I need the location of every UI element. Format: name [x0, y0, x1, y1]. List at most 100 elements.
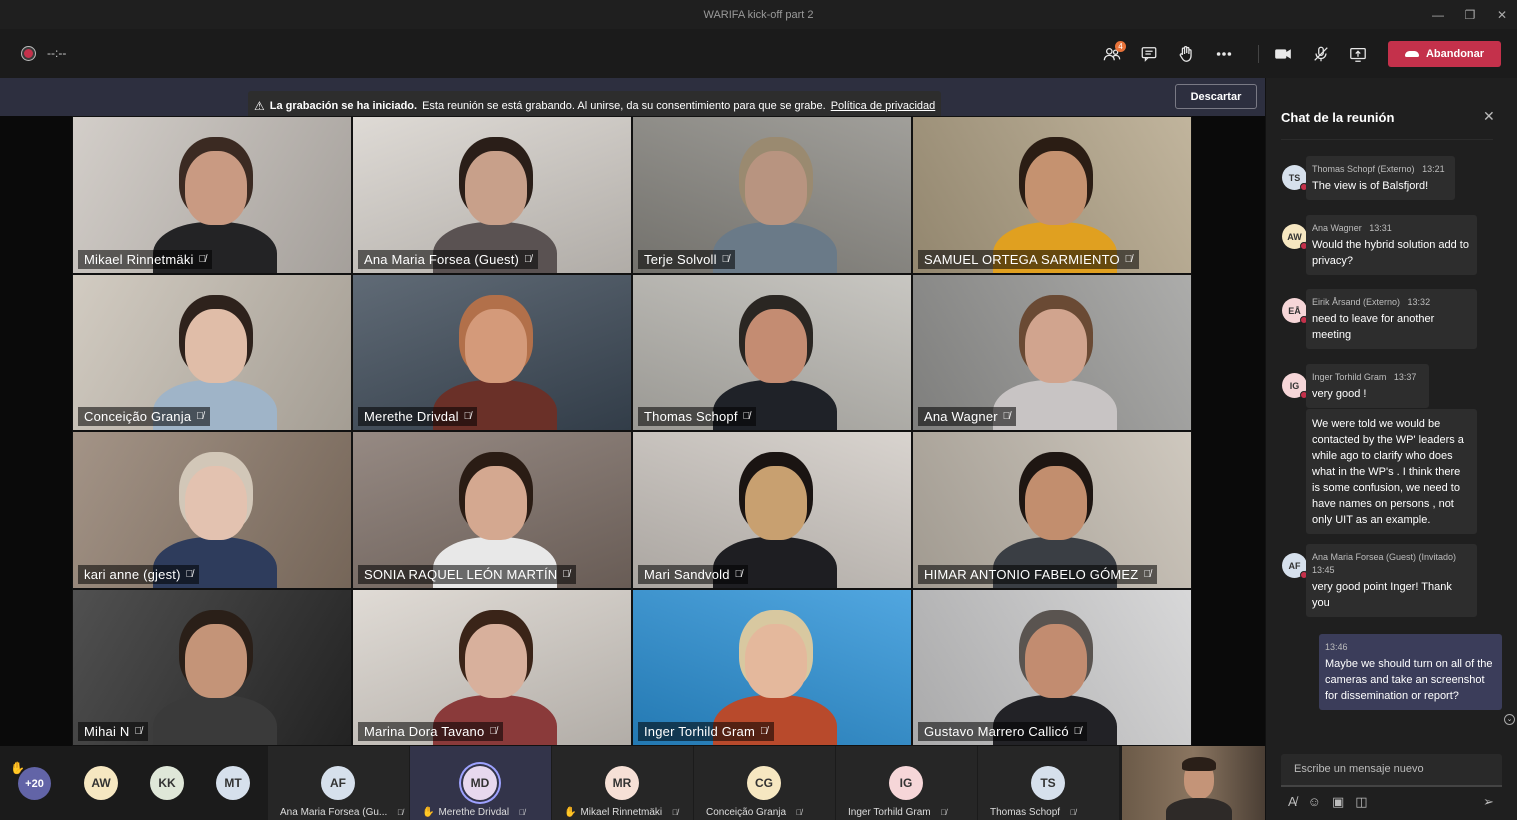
participants-button[interactable]: 4	[1096, 38, 1128, 70]
scroll-down-icon[interactable]: ⌄	[1504, 714, 1515, 725]
chat-avatar: EÅ	[1282, 298, 1308, 324]
video-tile[interactable]: Merethe Drivdal 🎙̸	[352, 273, 632, 431]
chat-divider	[1281, 139, 1493, 140]
minimize-button[interactable]: —	[1420, 0, 1456, 29]
emoji-icon[interactable]: ☺	[1308, 794, 1321, 810]
title-bar: WARIFA kick-off part 2 — ❐ ✕	[0, 0, 1517, 29]
participant-slot-name: Mikael Rinnetmäki	[580, 807, 663, 818]
raise-hand-button[interactable]	[1170, 38, 1202, 70]
participant-name: Mari Sandvold	[644, 566, 730, 582]
participant-name-label: Terje Solvoll 🎙̸	[638, 249, 736, 269]
compose-placeholder: Escribe un mensaje nuevo	[1294, 763, 1424, 775]
mic-muted-icon: 🎙̸	[1143, 568, 1152, 580]
video-tile[interactable]: SAMUEL ORTEGA SARMIENTO 🎙̸	[912, 116, 1192, 274]
participant-slot[interactable]: IG Inger Torhild Gram 🎙̸	[836, 746, 977, 820]
chat-time: 13:32	[1407, 297, 1431, 307]
chat-message: Thomas Schopf (Externo) 13:21 The view is…	[1306, 156, 1455, 200]
mic-muted-icon: 🎙̸	[1124, 253, 1133, 265]
share-screen-button[interactable]	[1342, 38, 1374, 70]
video-tile[interactable]: Mari Sandvold 🎙̸	[632, 431, 912, 589]
participant-name-label: HIMAR ANTONIO FABELO GÓMEZ 🎙̸	[918, 564, 1158, 584]
camera-button[interactable]	[1267, 38, 1299, 70]
mic-muted-icon: 🎙̸	[1002, 411, 1011, 422]
video-tile[interactable]: SONIA RAQUEL LEÓN MARTÍN 🎙̸	[352, 431, 632, 589]
chat-message-meta: 13:46	[1325, 641, 1496, 654]
participant-slot[interactable]: MR ✋ Mikael Rinnetmäki 🎙̸	[552, 746, 693, 820]
dismiss-button[interactable]: Descartar	[1175, 84, 1257, 109]
recording-banner: ⚠ La grabación se ha iniciado. Esta reun…	[0, 78, 1265, 120]
toolbar-divider	[1258, 45, 1259, 63]
close-window-button[interactable]: ✕	[1484, 0, 1517, 29]
chat-time: 13:31	[1369, 223, 1392, 233]
video-tile[interactable]: Marina Dora Tavano 🎙̸	[352, 588, 632, 746]
participant-slot[interactable]: MD ✋ Merethe Drivdal 🎙̸	[410, 746, 551, 820]
raised-hand-icon: ✋	[564, 807, 577, 818]
video-tile[interactable]: Terje Solvoll 🎙̸	[632, 116, 912, 274]
participant-name-label: Ana Maria Forsea (Guest) 🎙̸	[358, 249, 538, 269]
sticker-icon[interactable]: ◫	[1355, 794, 1367, 810]
chat-author: Thomas Schopf (Externo)	[1312, 164, 1415, 174]
warning-icon: ⚠	[254, 99, 265, 113]
video-tile[interactable]: HIMAR ANTONIO FABELO GÓMEZ 🎙̸	[912, 431, 1192, 589]
participant-avatar[interactable]: MT	[216, 766, 250, 800]
participant-name: Terje Solvoll	[644, 251, 717, 267]
video-tile[interactable]: Gustavo Marrero Callicó 🎙̸	[912, 588, 1192, 746]
video-tile[interactable]: Conceição Granja 🎙̸	[72, 273, 352, 431]
send-icon[interactable]: ➢	[1483, 794, 1494, 810]
mic-muted-icon: 🎙̸	[134, 726, 143, 737]
gif-icon[interactable]: ▣	[1332, 794, 1344, 810]
chat-author: Ana Maria Forsea (Guest) (Invitado)	[1312, 552, 1457, 562]
video-tile[interactable]: Thomas Schopf 🎙̸	[632, 273, 912, 431]
raised-hand-icon: ✋	[422, 807, 435, 818]
compose-tools: A̸ ☺ ▣ ◫	[1288, 794, 1368, 810]
video-tile[interactable]: Mihai N 🎙̸	[72, 588, 352, 746]
participant-slot-label: Conceição Granja 🎙̸	[706, 807, 802, 818]
maximize-button[interactable]: ❐	[1452, 0, 1488, 29]
chat-avatar-initials: TS	[1288, 172, 1301, 183]
video-tile[interactable]: Ana Wagner 🎙̸	[912, 273, 1192, 431]
video-tile[interactable]: Ana Maria Forsea (Guest) 🎙̸	[352, 116, 632, 274]
participant-avatar[interactable]: KK	[150, 766, 184, 800]
close-chat-icon[interactable]: ✕	[1483, 108, 1495, 125]
participant-name-label: SONIA RAQUEL LEÓN MARTÍN 🎙̸	[358, 564, 577, 584]
privacy-policy-link[interactable]: Política de privacidad	[831, 98, 936, 114]
participant-face	[1025, 151, 1087, 225]
video-tile[interactable]: Mikael Rinnetmäki 🎙̸	[72, 116, 352, 274]
chat-author: Ana Wagner	[1312, 223, 1362, 233]
video-grid: Mikael Rinnetmäki 🎙̸ Ana Maria Forsea (Gue…	[72, 116, 1193, 746]
participant-slot[interactable]: TS Thomas Schopf 🎙̸	[978, 746, 1119, 820]
participant-name: Thomas Schopf	[644, 409, 738, 424]
video-stage: Mikael Rinnetmäki 🎙̸ Ana Maria Forsea (Gue…	[0, 116, 1265, 746]
participant-name-label: Conceição Granja 🎙̸	[78, 407, 210, 426]
leave-button[interactable]: Abandonar	[1388, 41, 1501, 67]
participant-name: HIMAR ANTONIO FABELO GÓMEZ	[924, 566, 1139, 582]
more-actions-button[interactable]	[1208, 38, 1240, 70]
chat-text: Would the hybrid solution add to privacy…	[1312, 239, 1469, 267]
participant-face	[1025, 466, 1087, 540]
chat-text: very good !	[1312, 388, 1367, 400]
chat-avatar: TS	[1282, 165, 1308, 191]
participants-count-badge: 4	[1115, 41, 1126, 52]
participant-face	[465, 623, 527, 698]
mic-muted-icon: 🎙̸	[198, 253, 207, 265]
participant-slot[interactable]: CG Conceição Granja 🎙̸	[694, 746, 835, 820]
mic-muted-icon: 🎙̸	[742, 411, 751, 422]
mic-muted-icon: 🎙̸	[940, 808, 947, 817]
video-tile[interactable]: Inger Torhild Gram 🎙̸	[632, 588, 912, 746]
chat-avatar-initials: EÅ	[1288, 305, 1301, 316]
chat-compose-input[interactable]: Escribe un mensaje nuevo	[1281, 754, 1502, 787]
participant-face	[1025, 623, 1087, 698]
chat-button[interactable]	[1133, 38, 1165, 70]
chat-avatar-initials: AF	[1288, 560, 1301, 571]
participant-slot-name: Conceição Granja	[706, 807, 787, 818]
format-icon[interactable]: A̸	[1288, 794, 1297, 810]
participant-slot[interactable]: AF Ana Maria Forsea (Gu... 🎙̸	[268, 746, 409, 820]
chat-message: Eirik Årsand (Externo) 13:32 need to leav…	[1306, 289, 1477, 349]
mute-button[interactable]	[1305, 38, 1337, 70]
participant-avatar[interactable]: AW	[84, 766, 118, 800]
participant-avatar: MD	[463, 766, 497, 800]
participant-name-label: Marina Dora Tavano 🎙̸	[358, 722, 504, 741]
participant-name-label: Thomas Schopf 🎙̸	[638, 407, 757, 426]
participant-name: Ana Wagner	[924, 409, 998, 424]
video-tile[interactable]: kari anne (gjest) 🎙̸	[72, 431, 352, 589]
